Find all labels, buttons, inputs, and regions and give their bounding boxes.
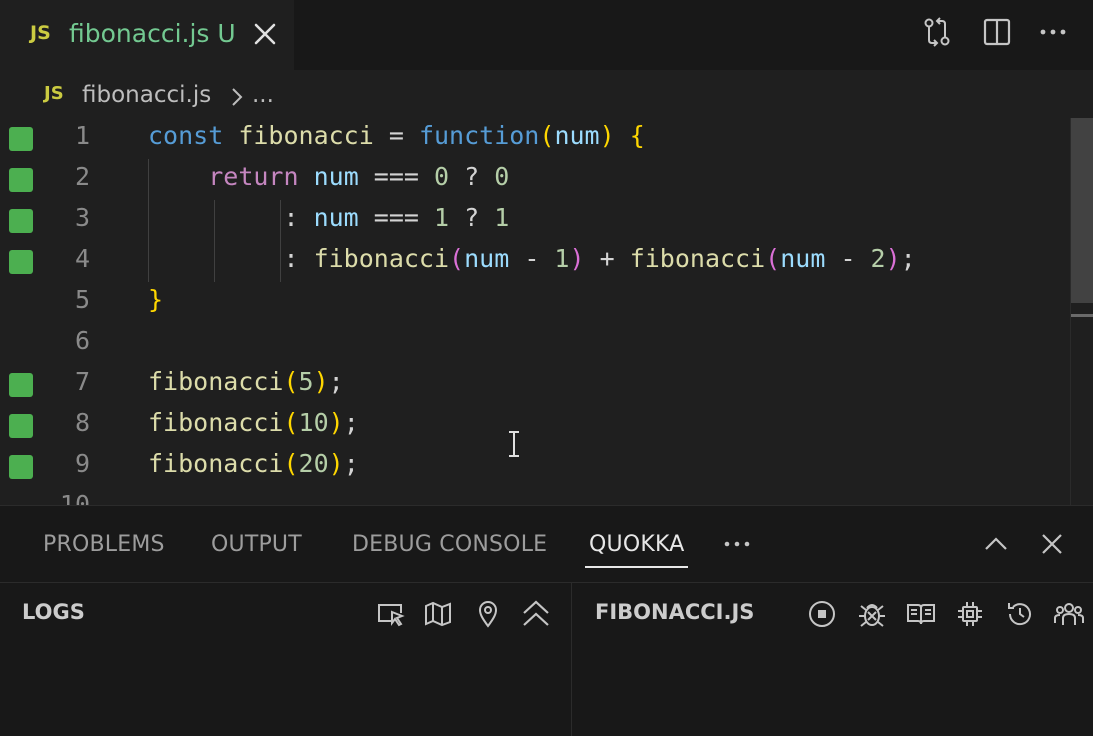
bottom-panel: PROBLEMS OUTPUT DEBUG CONSOLE QUOKKA LOG… (0, 505, 1093, 736)
line-number: 7 (74, 367, 90, 396)
text-cursor-icon (505, 430, 523, 462)
untracked-status: U (217, 19, 236, 48)
code-line[interactable]: 3 : num === 1 ? 1 (0, 200, 1070, 241)
line-number: 3 (74, 203, 90, 232)
tab-bar: JS fibonacci.js U (0, 0, 1093, 70)
more-tabs-icon[interactable] (721, 532, 753, 560)
tab-debug-console[interactable]: DEBUG CONSOLE (352, 532, 547, 557)
map-icon[interactable] (422, 598, 454, 630)
divider (571, 583, 572, 736)
tab-problems[interactable]: PROBLEMS (43, 532, 165, 557)
close-icon[interactable] (251, 17, 279, 49)
vertical-scrollbar[interactable] (1070, 118, 1093, 506)
indent-guide (148, 159, 149, 282)
js-file-icon: JS (44, 83, 64, 104)
line-number: 2 (74, 162, 90, 191)
chip-icon[interactable] (954, 598, 986, 630)
chevron-right-icon (228, 85, 246, 113)
line-number: 1 (74, 121, 90, 150)
code-line[interactable]: 8 fibonacci(10); (0, 405, 1070, 446)
code-line[interactable]: 6 (0, 323, 1070, 364)
compare-changes-icon[interactable] (919, 14, 955, 50)
split-editor-icon[interactable] (979, 14, 1015, 50)
select-element-icon[interactable] (374, 598, 406, 630)
scrollbar-thumb[interactable] (1071, 118, 1093, 303)
code-line[interactable]: 2 return num === 0 ? 0 (0, 159, 1070, 200)
code-text: return num === 0 ? 0 (208, 162, 510, 191)
code-text: : fibonacci(num - 1) + fibonacci(num - 2… (148, 244, 916, 273)
breadcrumb-more[interactable]: ... (252, 82, 274, 108)
logs-title: LOGS (22, 600, 85, 624)
code-text: } (148, 285, 164, 314)
tab-output[interactable]: OUTPUT (211, 532, 302, 557)
coverage-marker (9, 373, 33, 397)
debug-bug-icon[interactable] (856, 598, 888, 630)
line-number: 10 (59, 490, 90, 506)
coverage-marker (9, 250, 33, 274)
tab-quokka[interactable]: QUOKKA (589, 532, 684, 557)
line-number: 5 (74, 285, 90, 314)
indent-guide (280, 200, 281, 282)
line-number: 9 (74, 449, 90, 478)
code-line[interactable]: 9 fibonacci(20); (0, 446, 1070, 487)
breadcrumb-file[interactable]: fibonacci.js (82, 82, 211, 108)
book-open-icon[interactable] (905, 598, 937, 630)
history-icon[interactable] (1004, 598, 1036, 630)
code-line[interactable]: 10 (0, 487, 1070, 506)
line-number: 4 (74, 244, 90, 273)
code-editor[interactable]: 10 9 fibonacci(20); 8 fibonacci(10); 7 fibonac… (0, 118, 1093, 506)
coverage-marker (9, 209, 33, 233)
coverage-marker (9, 168, 33, 192)
active-tab-indicator (585, 566, 688, 568)
location-pin-icon[interactable] (472, 598, 504, 630)
code-text: const fibonacci = function(num) { (148, 121, 645, 150)
code-line[interactable]: 1 const fibonacci = function(num) { (0, 118, 1070, 159)
divider (0, 582, 1093, 583)
code-line[interactable]: 7 fibonacci(5); (0, 364, 1070, 405)
code-text: fibonacci(5); (148, 367, 344, 396)
coverage-marker (9, 414, 33, 438)
coverage-marker (9, 455, 33, 479)
line-number: 6 (74, 326, 90, 355)
line-number: 8 (74, 408, 90, 437)
scrollbar-cursor-mark (1071, 314, 1093, 317)
code-line[interactable]: 5} (0, 282, 1070, 323)
code-text: : num === 1 ? 1 (148, 203, 510, 232)
indent-guide (214, 200, 215, 282)
code-text: fibonacci(10); (148, 408, 359, 437)
breadcrumb: JS fibonacci.js ... (0, 75, 1093, 117)
community-icon[interactable] (1053, 598, 1085, 630)
quokka-file-title: FIBONACCI.JS (595, 600, 755, 624)
tab-title: fibonacci.js U (69, 19, 236, 48)
collapse-all-icon[interactable] (520, 598, 552, 630)
stop-icon[interactable] (806, 598, 838, 630)
coverage-marker (9, 127, 33, 151)
code-line[interactable]: 4 : fibonacci(num - 1) + fibonacci(num -… (0, 241, 1070, 282)
close-panel-icon[interactable] (1038, 530, 1066, 562)
more-actions-icon[interactable] (1035, 14, 1071, 50)
editor-tab-fibonacci[interactable]: JS fibonacci.js U (0, 0, 294, 70)
code-text: fibonacci(20); (148, 449, 359, 478)
js-file-icon: JS (30, 22, 51, 44)
maximize-panel-icon[interactable] (982, 530, 1010, 562)
